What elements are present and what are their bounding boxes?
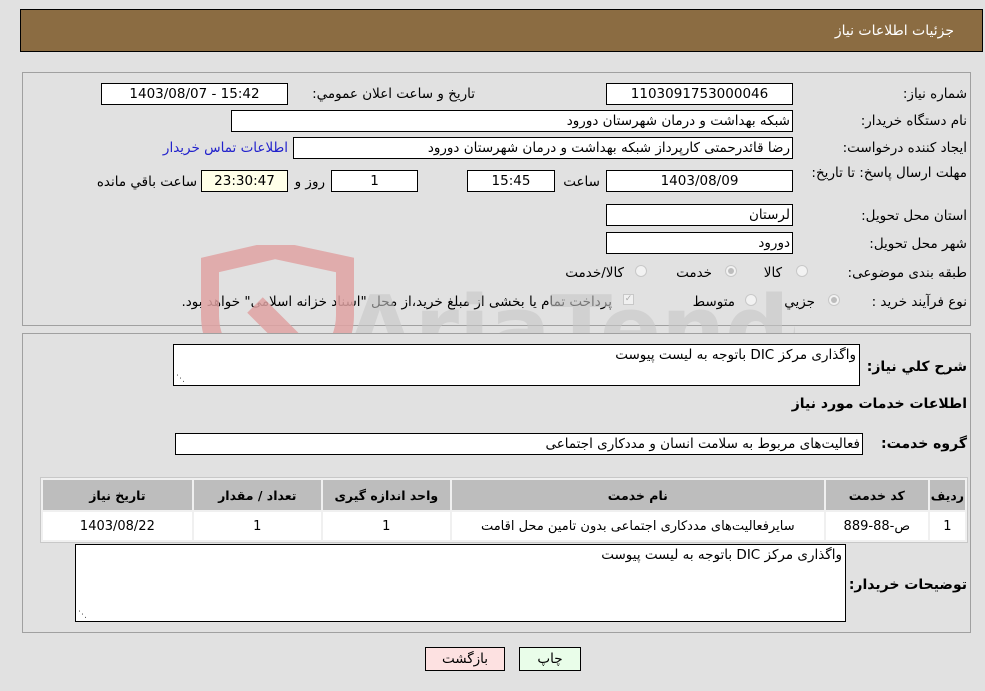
deadline-date-field: 1403/08/09 xyxy=(606,170,793,192)
print-button[interactable]: چاپ xyxy=(519,647,581,671)
col-unit: واحد اندازه گیری xyxy=(322,480,450,510)
treasury-text: پرداخت تمام یا بخشی از مبلغ خرید،از محل … xyxy=(181,294,612,310)
service-group-label: گروه خدمت: xyxy=(881,436,967,452)
process-label: نوع فرآیند خرید : xyxy=(871,294,967,310)
announce-date-field: 1403/08/07 - 15:42 xyxy=(101,83,288,105)
buyer-notes-textarea[interactable]: واگذاری مرکز DIC باتوجه به لیست پیوست ⋰ xyxy=(75,544,846,622)
cell-quantity: 1 xyxy=(193,512,321,540)
buyer-org-label: نام دستگاه خریدار: xyxy=(860,113,967,129)
resize-grip-icon[interactable]: ⋰ xyxy=(176,374,185,384)
city-label: شهر محل تحویل: xyxy=(869,236,967,252)
deadline-time-label: ساعت xyxy=(563,174,600,190)
buyer-contact-link[interactable]: اطلاعات تماس خریدار xyxy=(163,140,288,156)
process-option-minor: جزيي xyxy=(784,294,815,310)
creator-label: ایجاد کننده درخواست: xyxy=(842,140,967,156)
category-option-goods-service: کالا/خدمت xyxy=(565,265,624,281)
cell-row-number: 1 xyxy=(929,512,965,540)
province-field: لرستان xyxy=(606,204,793,226)
col-row-number: ردیف xyxy=(929,480,965,510)
category-option-service: خدمت xyxy=(676,265,712,281)
remaining-time-field: 23:30:47 xyxy=(201,170,288,192)
category-option-goods: کالا xyxy=(763,265,782,281)
days-label: روز و xyxy=(294,174,325,190)
cell-service-code: ص-88-889 xyxy=(825,512,928,540)
page-title: جزئیات اطلاعات نیاز xyxy=(834,23,954,39)
remaining-time-label: ساعت باقي مانده xyxy=(96,174,197,190)
cell-service-name: سایرفعالیت‌های مددکاری اجتماعی بدون تامی… xyxy=(451,512,824,540)
description-text: واگذاری مرکز DIC باتوجه به لیست پیوست xyxy=(615,347,856,363)
services-table: ردیف کد خدمت نام خدمت واحد اندازه گیری ت… xyxy=(40,477,968,543)
deadline-label: مهلت ارسال پاسخ: تا تاریخ: xyxy=(811,165,967,181)
col-quantity: تعداد / مقدار xyxy=(193,480,321,510)
category-radio-goods-service[interactable] xyxy=(635,265,647,277)
process-radio-medium[interactable] xyxy=(745,294,757,306)
category-radio-service[interactable] xyxy=(725,265,737,277)
services-heading: اطلاعات خدمات مورد نیاز xyxy=(791,396,967,412)
cell-unit: 1 xyxy=(322,512,450,540)
back-button[interactable]: بازگشت xyxy=(425,647,505,671)
buyer-org-field: شبکه بهداشت و درمان شهرستان دورود xyxy=(231,110,793,132)
page-header: جزئیات اطلاعات نیاز xyxy=(20,9,983,52)
need-number-label: شماره نیاز: xyxy=(902,86,967,102)
col-need-date: تاریخ نیاز xyxy=(43,480,192,510)
province-label: استان محل تحویل: xyxy=(861,208,967,224)
treasury-checkbox[interactable]: ✓ xyxy=(623,294,634,305)
process-radio-minor[interactable] xyxy=(828,294,840,306)
description-textarea[interactable]: واگذاری مرکز DIC باتوجه به لیست پیوست ⋰ xyxy=(173,344,860,386)
description-label: شرح کلي نیاز: xyxy=(866,359,967,375)
deadline-time-field: 15:45 xyxy=(467,170,555,192)
city-field: دورود xyxy=(606,232,793,254)
service-group-field: فعالیت‌های مربوط به سلامت انسان و مددکار… xyxy=(175,433,863,455)
creator-field: رضا قائدرحمتی کارپرداز شبکه بهداشت و درم… xyxy=(293,137,793,159)
table-row: 1 ص-88-889 سایرفعالیت‌های مددکاری اجتماع… xyxy=(43,512,965,540)
col-service-code: کد خدمت xyxy=(825,480,928,510)
need-number-field: 1103091753000046 xyxy=(606,83,793,105)
announce-date-label: تاریخ و ساعت اعلان عمومي: xyxy=(312,86,475,102)
category-label: طبقه بندی موضوعی: xyxy=(847,265,967,281)
category-radio-goods[interactable] xyxy=(796,265,808,277)
process-option-medium: متوسط xyxy=(692,294,735,310)
col-service-name: نام خدمت xyxy=(451,480,824,510)
table-header-row: ردیف کد خدمت نام خدمت واحد اندازه گیری ت… xyxy=(43,480,965,510)
buyer-notes-label: توضیحات خریدار: xyxy=(848,577,967,593)
cell-need-date: 1403/08/22 xyxy=(43,512,192,540)
resize-grip-icon[interactable]: ⋰ xyxy=(78,610,87,620)
days-remaining-field: 1 xyxy=(331,170,418,192)
buyer-notes-text: واگذاری مرکز DIC باتوجه به لیست پیوست xyxy=(601,547,842,563)
